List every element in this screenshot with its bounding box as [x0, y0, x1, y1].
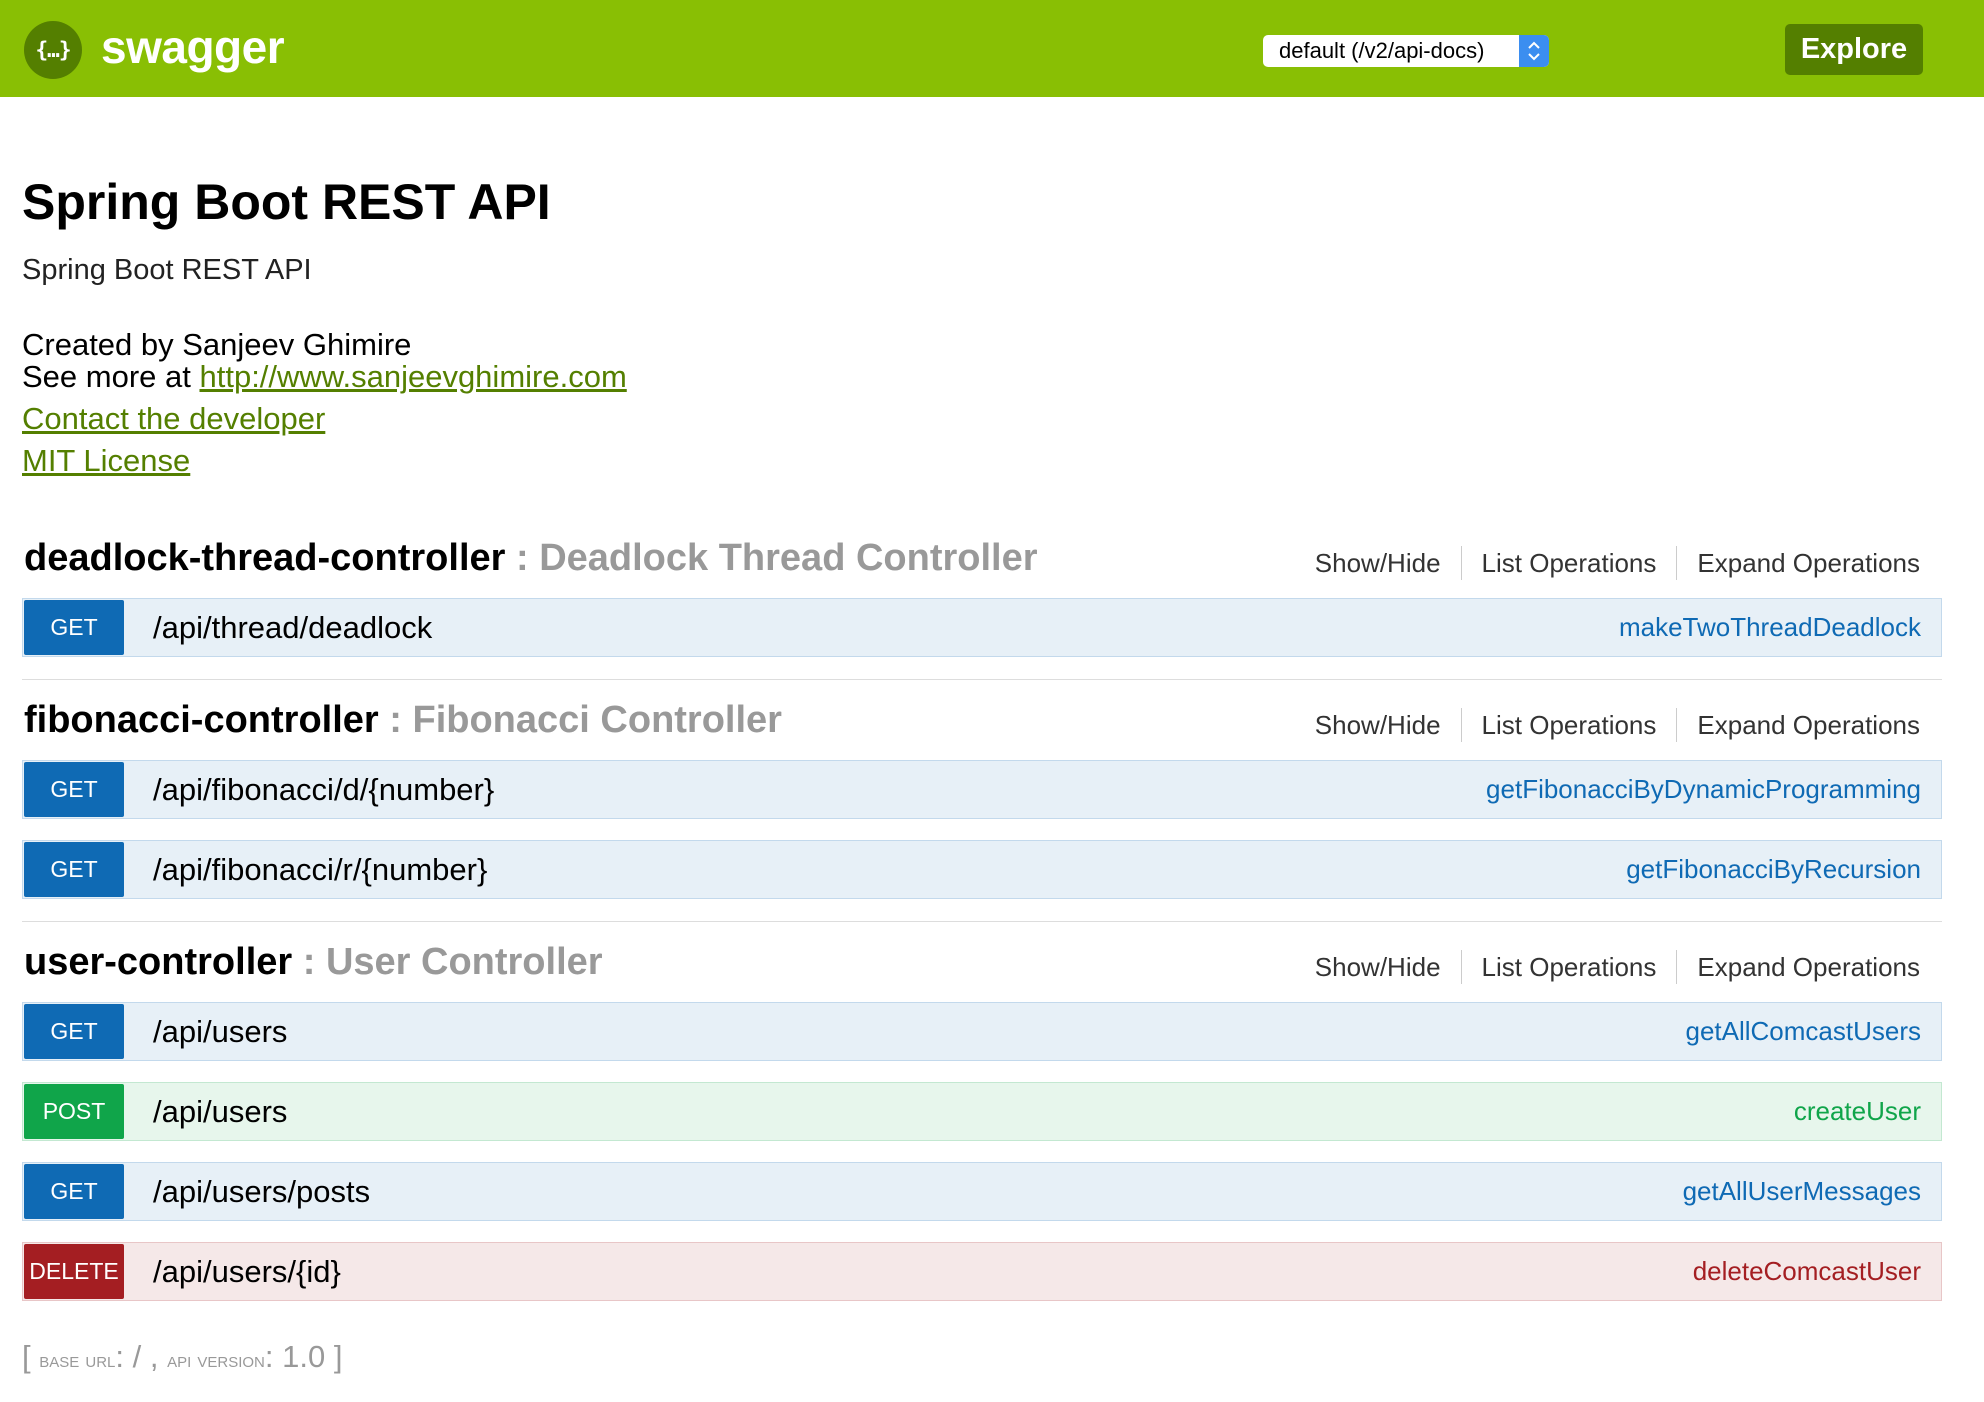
base-url-value: : / ,: [115, 1339, 168, 1374]
operation-row[interactable]: GET/api/users/posts getAllUserMessages: [22, 1162, 1942, 1221]
operation-row[interactable]: POST/api/users createUser: [22, 1082, 1942, 1141]
show-hide-link[interactable]: Show/Hide: [1295, 942, 1461, 992]
created-by-text: Created by Sanjeev Ghimire: [22, 327, 412, 362]
see-more-line: See more at http://www.sanjeevghimire.co…: [22, 359, 627, 395]
resource-name-link[interactable]: fibonacci-controller: [24, 699, 379, 741]
spec-select-value: default (/v2/api-docs): [1279, 38, 1485, 63]
operation-path[interactable]: /api/users: [153, 1083, 287, 1140]
get-method-badge[interactable]: GET: [24, 1164, 124, 1219]
operation-nickname-link[interactable]: getAllUserMessages: [1683, 1163, 1921, 1220]
operation-path[interactable]: /api/fibonacci/d/{number}: [153, 761, 494, 818]
operation-nickname-link[interactable]: getFibonacciByRecursion: [1626, 841, 1921, 898]
spec-select[interactable]: default (/v2/api-docs): [1263, 35, 1549, 67]
resource-name-link[interactable]: deadlock-thread-controller: [24, 537, 505, 579]
resource-description: : Deadlock Thread Controller: [505, 537, 1038, 579]
select-arrows-icon: [1519, 35, 1549, 67]
contact-line: Contact the developer: [22, 401, 325, 437]
post-method-badge[interactable]: POST: [24, 1084, 124, 1139]
operation-nickname-link[interactable]: getAllComcastUsers: [1685, 1003, 1921, 1060]
operation-row[interactable]: DELETE/api/users/{id} deleteComcastUser: [22, 1242, 1942, 1301]
operation-row[interactable]: GET/api/fibonacci/d/{number} getFibonacci…: [22, 760, 1942, 819]
api-title: Spring Boot REST API: [22, 174, 551, 230]
resource-heading: user-controller : User Controller: [24, 937, 603, 987]
top-bar: {…} swagger default (/v2/api-docs) Explo…: [0, 0, 1984, 97]
operation-row[interactable]: GET/api/fibonacci/r/{number} getFibonacci…: [22, 840, 1942, 899]
operation-nickname-link[interactable]: deleteComcastUser: [1693, 1243, 1921, 1300]
get-method-badge[interactable]: GET: [24, 842, 124, 897]
operation-path[interactable]: /api/users: [153, 1003, 287, 1060]
website-link[interactable]: http://www.sanjeevghimire.com: [199, 359, 626, 394]
operation-nickname-link[interactable]: getFibonacciByDynamicProgramming: [1486, 761, 1921, 818]
operation-path[interactable]: /api/users/{id}: [153, 1243, 341, 1300]
resource-heading: fibonacci-controller : Fibonacci Control…: [24, 695, 782, 745]
see-more-prefix: See more at: [22, 359, 200, 394]
show-hide-link[interactable]: Show/Hide: [1295, 700, 1461, 750]
updown-chevron-icon: [1528, 41, 1540, 61]
resource-divider: [22, 921, 1942, 922]
get-method-badge[interactable]: GET: [24, 600, 124, 655]
delete-method-badge[interactable]: DELETE: [24, 1244, 124, 1299]
api-description: Spring Boot REST API: [22, 254, 312, 286]
api-version-label: api version: [167, 1347, 265, 1372]
list-operations-link[interactable]: List Operations: [1462, 700, 1677, 750]
resource-options: Show/Hide List Operations Expand Operation…: [1295, 942, 1920, 992]
operation-nickname-link[interactable]: createUser: [1794, 1083, 1921, 1140]
operation-nickname-link[interactable]: makeTwoThreadDeadlock: [1619, 599, 1921, 656]
expand-operations-link[interactable]: Expand Operations: [1677, 538, 1920, 588]
get-method-badge[interactable]: GET: [24, 762, 124, 817]
footer-open-bracket: [: [22, 1339, 40, 1374]
list-operations-link[interactable]: List Operations: [1462, 538, 1677, 588]
license-line: MIT License: [22, 443, 190, 479]
license-link[interactable]: MIT License: [22, 443, 190, 478]
footer-info: [ base url: / , api version: 1.0 ]: [22, 1337, 342, 1377]
api-version-value: : 1.0: [264, 1339, 334, 1374]
operation-path[interactable]: /api/fibonacci/r/{number}: [153, 841, 487, 898]
expand-operations-link[interactable]: Expand Operations: [1677, 700, 1920, 750]
resource-description: : User Controller: [292, 941, 603, 983]
swagger-logo-text[interactable]: swagger: [101, 18, 285, 76]
contact-developer-link[interactable]: Contact the developer: [22, 401, 325, 436]
operation-row[interactable]: GET/api/thread/deadlock makeTwoThreadDead…: [22, 598, 1942, 657]
explore-button[interactable]: Explore: [1785, 24, 1923, 75]
operation-path[interactable]: /api/users/posts: [153, 1163, 370, 1220]
list-operations-link[interactable]: List Operations: [1462, 942, 1677, 992]
operation-path[interactable]: /api/thread/deadlock: [153, 599, 432, 656]
resource-options: Show/Hide List Operations Expand Operation…: [1295, 538, 1920, 588]
get-method-badge[interactable]: GET: [24, 1004, 124, 1059]
resource-name-link[interactable]: user-controller: [24, 941, 292, 983]
expand-operations-link[interactable]: Expand Operations: [1677, 942, 1920, 992]
resource-description: : Fibonacci Controller: [378, 699, 782, 741]
resource-divider: [22, 679, 1942, 680]
resource-heading: deadlock-thread-controller : Deadlock Th…: [24, 533, 1038, 583]
operation-row[interactable]: GET/api/users getAllComcastUsers: [22, 1002, 1942, 1061]
resource-options: Show/Hide List Operations Expand Operation…: [1295, 700, 1920, 750]
footer-close-bracket: ]: [333, 1339, 343, 1374]
show-hide-link[interactable]: Show/Hide: [1295, 538, 1461, 588]
swagger-logo-icon[interactable]: {…}: [24, 21, 82, 79]
base-url-label: base url: [39, 1347, 116, 1372]
